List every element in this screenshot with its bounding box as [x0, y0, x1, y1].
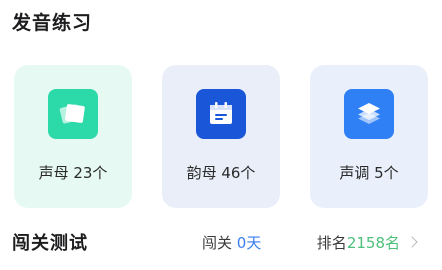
pronunciation-practice-panel: 发音练习 声母 23个 韵母 46个 声调 5个 闯关测试 闯关 0天 排名 2… — [0, 0, 442, 270]
rank-label: 排名 — [316, 233, 347, 252]
pass-days-label: 闯关 — [202, 233, 237, 252]
initials-card-label: 声母 23个 — [38, 164, 108, 182]
finals-card[interactable]: 韵母 46个 — [162, 65, 280, 208]
rank-value: 2158名 — [346, 233, 400, 252]
layers-icon — [344, 89, 394, 139]
initials-card[interactable]: 声母 23个 — [14, 65, 132, 208]
pass-days-value: 0天 — [236, 233, 262, 252]
calendar-icon — [196, 89, 246, 139]
challenge-row: 闯关测试 闯关 0天 排名 2158名 — [12, 228, 430, 256]
finals-card-label: 韵母 46个 — [186, 164, 256, 182]
chevron-right-icon — [406, 236, 418, 248]
tones-card[interactable]: 声调 5个 — [310, 65, 428, 208]
rank-link[interactable]: 排名 2158名 — [316, 232, 418, 253]
tones-card-label: 声调 5个 — [339, 164, 399, 182]
challenge-title: 闯关测试 — [12, 233, 88, 254]
section-title: 发音练习 — [12, 12, 93, 34]
practice-cards: 声母 23个 韵母 46个 声调 5个 — [14, 65, 428, 208]
pass-days-stat: 闯关 0天 — [202, 232, 261, 253]
cards-stack-icon — [48, 89, 98, 139]
